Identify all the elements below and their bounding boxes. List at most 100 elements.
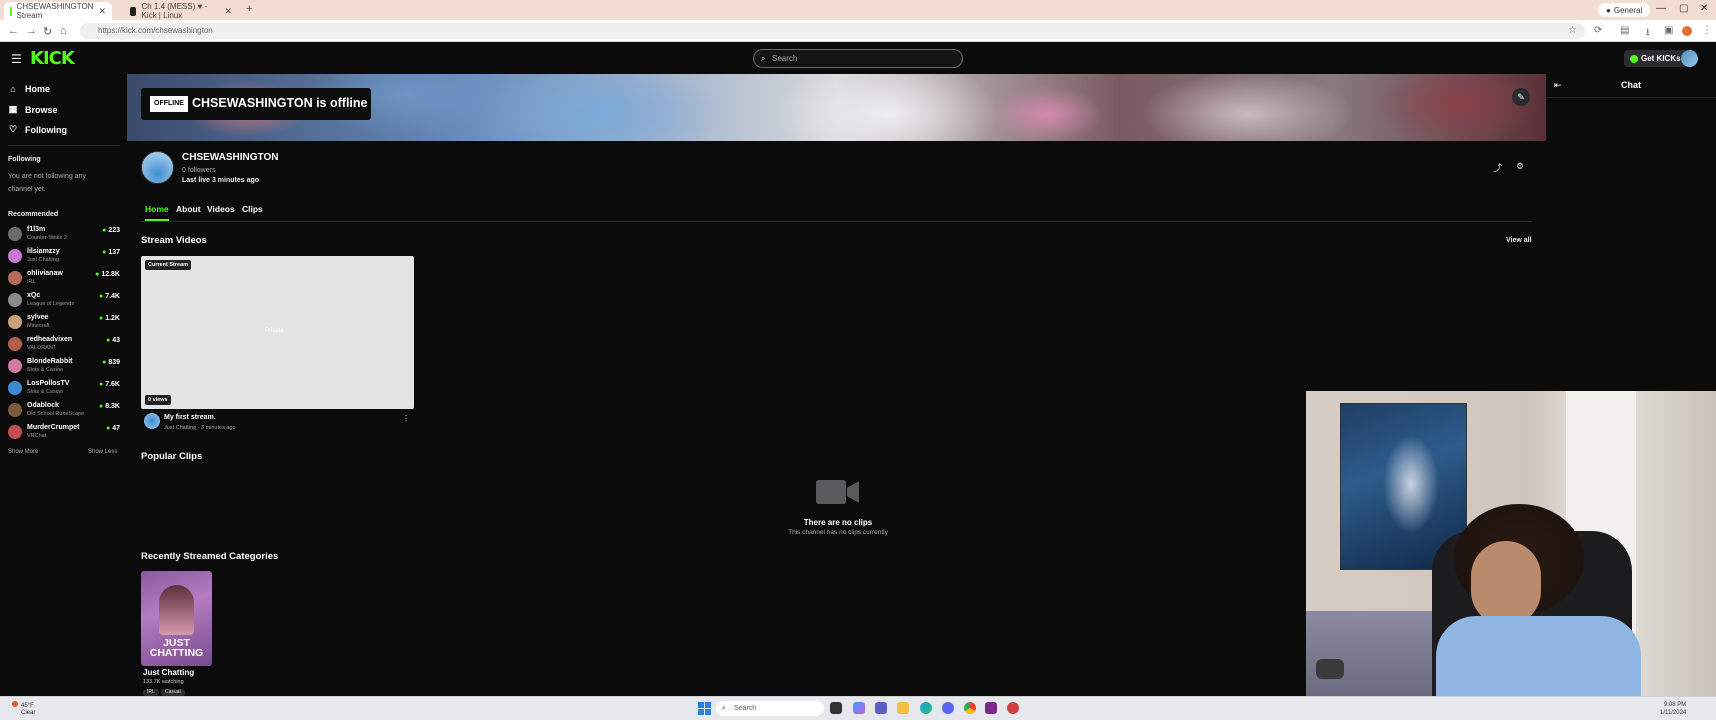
url-input[interactable]: https://kick.com/chsewashington [80,23,1585,39]
share-icon[interactable]: ⤴ [1493,161,1502,174]
sidebar-item-browse[interactable]: ▦ Browse [8,104,58,115]
recommended-channel[interactable]: Odablock Old School RuneScape ● 8.3K [8,400,120,420]
viewer-count: ● 839 [102,359,120,366]
live-dot-icon: ● [98,315,104,322]
bookmark-star-icon[interactable]: ☆ [1568,25,1577,36]
profile-dot-icon: ● [1606,5,1611,15]
channel-category: IRL [27,279,36,285]
recommended-channel[interactable]: f1l3m Counter-Strike 2 ● 223 [8,224,120,244]
close-icon[interactable]: ✕ [224,6,232,17]
category-tag[interactable]: IRL [143,689,159,696]
copilot-icon[interactable] [853,702,865,714]
avatar [8,293,22,307]
avatar [8,425,22,439]
file-explorer-icon[interactable] [897,702,909,714]
reload-icon[interactable]: ↻ [43,25,52,38]
hamburger-menu-icon[interactable]: ☰ [11,52,22,66]
background-object [1316,659,1344,679]
viewer-count: ● 1.2K [98,315,120,322]
get-kicks-label: Get KICKs [1641,54,1681,63]
extensions-icon[interactable]: ⟳ [1594,25,1602,36]
minimize-icon[interactable]: — [1656,3,1666,14]
profile-avatar-icon[interactable] [1682,26,1692,36]
category-card[interactable]: JUST CHATTING [141,571,212,666]
video-camera-icon [816,480,859,504]
weather-widget[interactable]: 45°F Clear [12,701,35,717]
channel-avatar[interactable] [141,151,174,184]
channel-category: League of Legends [27,301,75,307]
sidebar-item-following[interactable]: ♡ Following [8,124,67,135]
avatar [8,403,22,417]
channel-category: Slots & Casino [27,367,64,373]
browser-tab-kick[interactable]: CHSEWASHINGTON Stream ✕ [4,2,112,20]
taskbar-search-input[interactable]: ⌕ Search [716,701,824,716]
edit-banner-button[interactable]: ✎ [1512,88,1530,106]
download-icon[interactable]: ⭳ [1646,25,1650,42]
close-icon[interactable]: ✕ [98,6,106,17]
maximize-icon[interactable]: ▢ [1679,3,1688,14]
menu-dots-icon[interactable]: ⋮ [1702,25,1712,36]
home-icon: ⌂ [10,84,16,94]
tab-videos[interactable]: Videos [207,204,235,219]
category-name[interactable]: Just Chatting [143,668,194,677]
recommended-channel[interactable]: sylvee Minecraft ● 1.2K [8,312,120,332]
channel-category: Slots & Casino [27,389,64,395]
kicks-coin-icon [1630,54,1638,63]
user-avatar[interactable] [1681,50,1698,67]
recommended-channel[interactable]: lilsiamzzy Just Chatting ● 137 [8,246,120,266]
task-view-icon[interactable] [830,702,842,714]
search-icon: ⌕ [722,705,726,712]
home-icon[interactable]: ⌂ [60,25,67,37]
recommended-channel[interactable]: LosPollosTV Slots & Casino ● 7.6K [8,378,120,398]
edge-icon[interactable] [920,702,932,714]
manage-channel-icon[interactable]: ⚙ [1516,161,1524,172]
avatar [8,227,22,241]
avatar [8,337,22,351]
avatar [8,271,22,285]
tab-clips[interactable]: Clips [242,204,263,219]
browser-profile-button[interactable]: ● General [1598,3,1651,17]
windows-start-icon[interactable] [698,702,711,715]
show-more-button[interactable]: Show More [8,449,38,455]
tab-about[interactable]: About [176,204,201,219]
taskbar-clock[interactable]: 9:08 PM 1/11/2024 [1660,701,1686,717]
channel-category: VRChat [27,433,47,439]
sidebar-item-home[interactable]: ⌂ Home [8,84,50,94]
recommended-channel[interactable]: xQc League of Legends ● 7.4K [8,290,120,310]
follower-count: 0 followers [182,167,216,174]
channel-banner: OFFLINE CHSEWASHINGTON is offline ✎ [127,74,1546,141]
video-title[interactable]: My first stream. [164,414,216,421]
video-thumbnail[interactable]: Current Stream Private 0 views [141,256,414,409]
recommended-channel[interactable]: MurderCrumpet VRChat ● 47 [8,422,120,442]
chrome-icon[interactable] [964,702,976,714]
side-panel-icon[interactable]: ▤ [1620,25,1629,36]
viewer-count: ● 137 [102,249,120,256]
offline-text: CHSEWASHINGTON is offline [192,96,368,110]
kick-logo[interactable]: KICK [30,48,75,69]
more-options-icon[interactable]: ⋮ [402,414,410,423]
reading-list-icon[interactable]: ▣ [1664,25,1673,36]
discord-icon[interactable] [942,702,954,714]
recommended-channel[interactable]: BlondeRabbit Slots & Casino ● 839 [8,356,120,376]
browser-tab-2[interactable]: Ch 1.4 (MESS) ♥ - Kick | Linux ✕ [124,2,238,20]
back-icon[interactable]: ← [8,25,19,37]
new-tab-button[interactable]: + [246,3,252,15]
forward-icon[interactable]: → [26,25,37,37]
avatar[interactable] [144,413,160,429]
tab-title: Ch 1.4 (MESS) ♥ - Kick | Linux [141,2,208,20]
recommended-channel[interactable]: ohlivianaw IRL ● 12.8K [8,268,120,288]
teams-icon[interactable] [875,702,887,714]
tab-home[interactable]: Home [145,204,169,221]
obs-icon[interactable] [985,702,997,714]
viewer-count: ● 7.4K [98,293,120,300]
get-kicks-button[interactable]: Get KICKs [1624,50,1687,67]
recommended-channel[interactable]: redheadvixen VALORANT ● 43 [8,334,120,354]
tab-favicon-icon [130,6,137,16]
live-dot-icon: ● [105,425,111,432]
search-input[interactable]: ⌕ Search [753,49,963,68]
view-all-link[interactable]: View all [1506,237,1532,244]
category-tag[interactable]: Casual [161,689,185,696]
app-icon[interactable] [1007,702,1019,714]
window-close-icon[interactable]: ✕ [1700,3,1708,14]
show-less-button[interactable]: Show Less [88,449,117,455]
